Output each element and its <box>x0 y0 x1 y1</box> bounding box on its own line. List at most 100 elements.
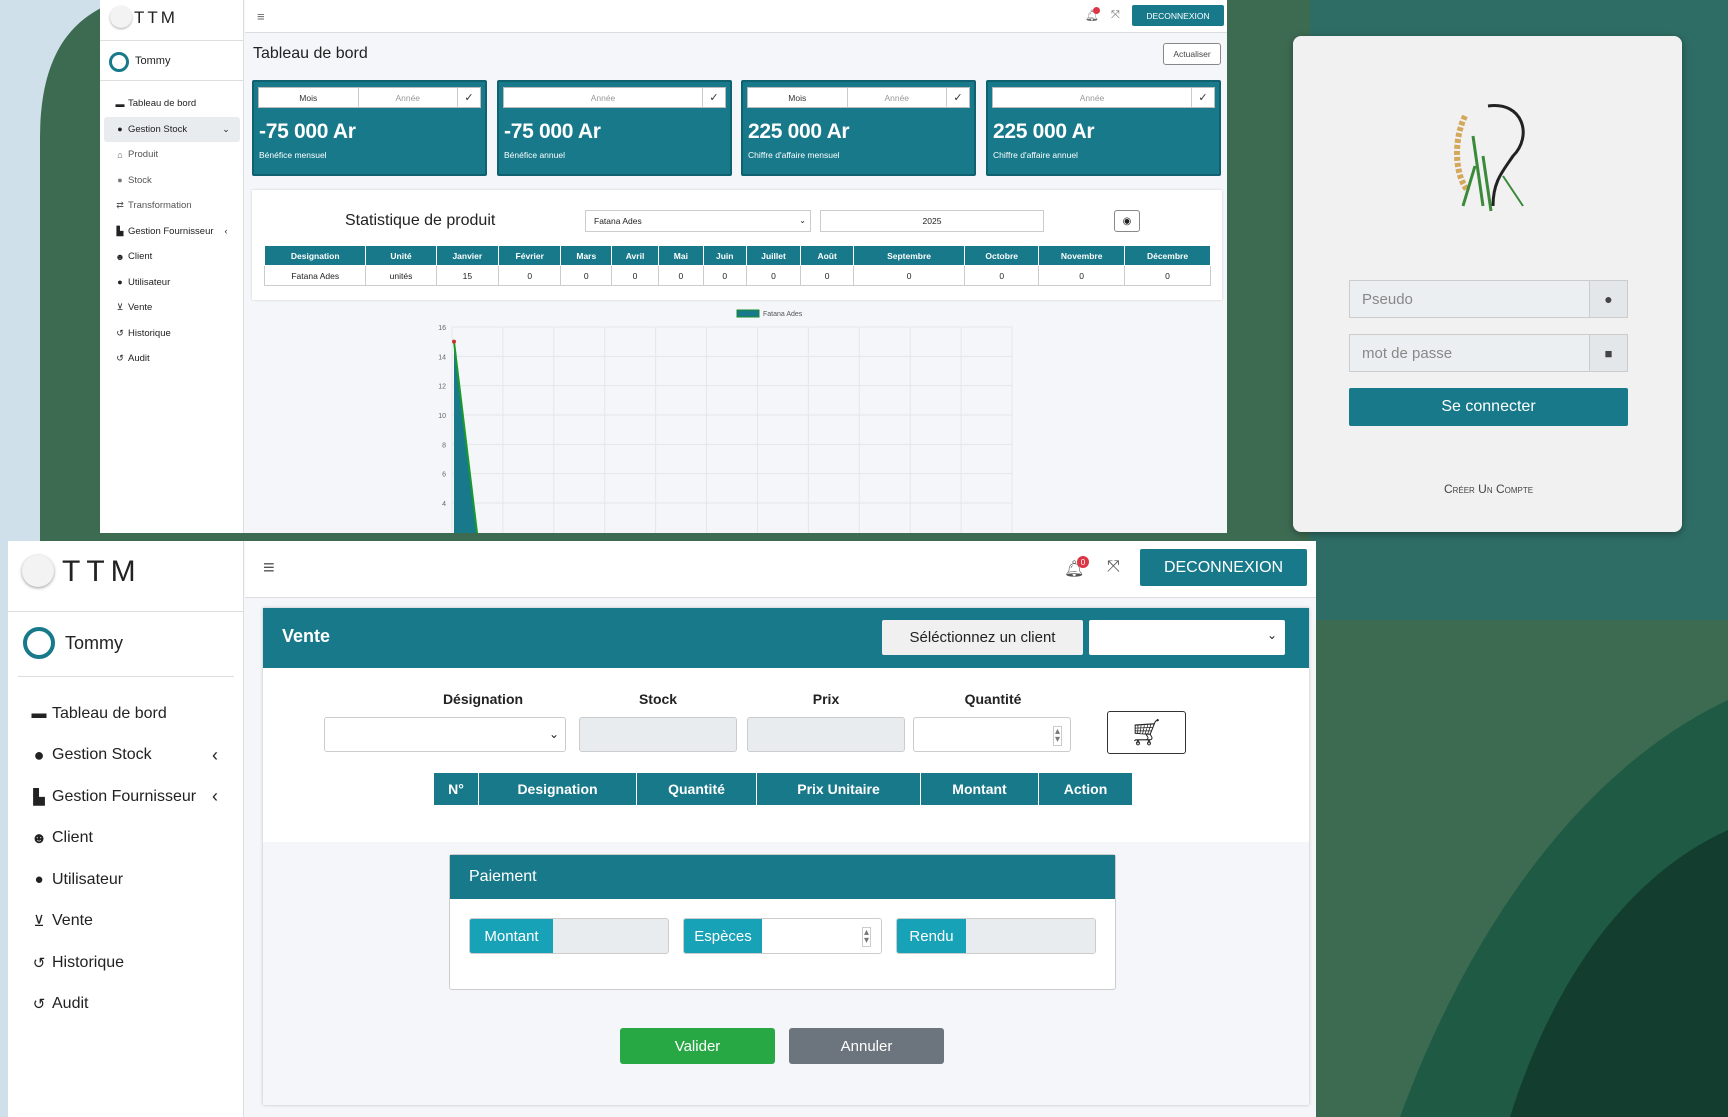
logo-icon <box>22 555 54 587</box>
select-client-button[interactable]: Séléctionnez un client <box>882 620 1083 655</box>
y-tick-label: 16 <box>438 325 446 332</box>
check-icon[interactable]: ✓ <box>1192 88 1214 107</box>
sidebar-item-produit[interactable]: ⌂ Produit <box>100 142 244 168</box>
sidebar-item-gestion-stock[interactable]: ● Gestion Stock ⌄ <box>104 116 240 142</box>
sidebar-item-stock[interactable]: ● Stock <box>100 168 244 194</box>
annuler-button[interactable]: Annuler <box>789 1028 944 1064</box>
valider-button[interactable]: Valider <box>620 1028 775 1064</box>
logout-button[interactable]: DECONNEXION <box>1140 549 1307 586</box>
stats-col-header: Octobre <box>964 245 1040 266</box>
sidebar-item-tableau-de-bord[interactable]: ▬ Tableau de bord <box>100 91 244 117</box>
vente-col-header: N° <box>433 772 479 806</box>
prix-label: Prix <box>812 691 840 707</box>
stats-cell: 0 <box>800 265 854 286</box>
cart-icon: ⊻ <box>116 302 124 313</box>
dashboard-sidebar: TTM Tommy ▬ Tableau de bord ● Gestion Stoc… <box>100 0 244 533</box>
product-select[interactable]: Fatana Ades ⌄ <box>585 210 811 232</box>
quantite-input[interactable]: ▴ ▾ <box>913 717 1071 752</box>
eye-icon[interactable]: ◉ <box>1114 210 1140 232</box>
month-select[interactable]: Mois <box>259 88 359 107</box>
sidebar-item-tableau-de-bord[interactable]: ▬ Tableau de bord <box>8 693 244 735</box>
sidebar-item-utilisateur[interactable]: ● Utilisateur <box>8 859 244 901</box>
chevron-down-icon: ⌄ <box>1266 628 1277 642</box>
kpi-card-ca-annuel: Année ✓ 225 000 Ar Chiffre d'affaire annu… <box>986 80 1221 176</box>
stats-cell: 0 <box>852 265 966 286</box>
vente-col-header: Action <box>1038 772 1133 806</box>
sidebar-item-gestion-fournisseur[interactable]: ▙ Gestion Fournisseur ‹ <box>8 776 244 818</box>
check-icon[interactable]: ✓ <box>458 88 480 107</box>
year-input[interactable]: Année <box>359 88 458 107</box>
login-button[interactable]: Se connecter <box>1349 388 1628 426</box>
menu-icon[interactable]: ≡ <box>257 9 265 24</box>
stats-col-header: Décembre <box>1124 245 1211 266</box>
sidebar-item-utilisateur[interactable]: ● Utilisateur <box>100 270 244 296</box>
dashboard-screen: TTM Tommy ▬ Tableau de bord ● Gestion Stoc… <box>100 0 1227 533</box>
designation-select[interactable]: ⌄ <box>324 717 566 752</box>
create-account-link[interactable]: Créer un compte <box>1349 482 1628 496</box>
sidebar-item-client[interactable]: ☻ Client <box>8 818 244 860</box>
avatar <box>23 627 55 659</box>
month-select[interactable]: Mois <box>748 88 848 107</box>
especes-group: Espèces ▴ ▾ <box>683 918 882 954</box>
stats-table: Designation Unité Janvier Février Mars Avril M… <box>263 245 1211 286</box>
kpi-card-benefice-mensuel: Mois Année ✓ -75 000 Ar Bénéfice mensuel <box>252 80 487 176</box>
vente-col-header: Prix Unitaire <box>756 772 921 806</box>
sidebar-item-audit[interactable]: ↺ Audit <box>100 346 244 372</box>
sidebar-item-historique[interactable]: ↺ Historique <box>8 942 244 984</box>
legend-label: Fatana Ades <box>763 311 803 318</box>
payment-header: Paiement <box>450 855 1115 899</box>
vente-screen: TTM Tommy ▬ Tableau de bord ● Gestion Stoc… <box>8 541 1316 1117</box>
circle-icon: ● <box>33 744 45 765</box>
stock-input[interactable] <box>579 717 737 752</box>
rendu-input[interactable] <box>966 919 1095 953</box>
fullscreen-icon[interactable]: ⤧ <box>1111 9 1120 22</box>
stats-title: Statistique de produit <box>345 212 496 229</box>
stats-col-header: Juillet <box>745 245 802 266</box>
fullscreen-icon[interactable]: ⤧ <box>1107 558 1120 576</box>
year-input[interactable]: Année <box>504 88 703 107</box>
year-input[interactable]: Année <box>848 88 947 107</box>
sidebar-item-gestion-stock[interactable]: ● Gestion Stock ‹ <box>8 735 244 777</box>
designation-label: Désignation <box>442 691 524 707</box>
stats-cell: 0 <box>560 265 613 286</box>
stats-cell: 0 <box>611 265 659 286</box>
sidebar-item-vente[interactable]: ⊻ Vente <box>8 901 244 943</box>
sidebar-item-vente[interactable]: ⊻ Vente <box>100 295 244 321</box>
year-input[interactable]: Année <box>993 88 1192 107</box>
chevron-down-icon: ⌄ <box>222 123 230 134</box>
sidebar-item-gestion-fournisseur[interactable]: ▙ Gestion Fournisseur ‹ <box>100 219 244 245</box>
sidebar-item-historique[interactable]: ↺ Historique <box>100 321 244 347</box>
vente-card: Vente Séléctionnez un client ⌄ Désignati… <box>263 608 1309 1105</box>
chevron-left-icon: ‹ <box>224 226 228 237</box>
brand-name: TTM <box>134 8 178 27</box>
notification-badge: 0 <box>1077 556 1089 568</box>
client-select[interactable]: ⌄ <box>1089 620 1285 655</box>
year-field[interactable]: 2025 <box>820 210 1044 232</box>
check-icon[interactable]: ✓ <box>947 88 969 107</box>
payment-title: Paiement <box>469 868 537 885</box>
gift-icon: ⌂ <box>117 149 123 160</box>
history-icon: ↺ <box>32 954 46 972</box>
stats-cell: 0 <box>745 265 802 286</box>
logout-button[interactable]: DECONNEXION <box>1132 5 1224 26</box>
password-field[interactable]: mot de passe ■ <box>1349 334 1628 372</box>
stats-cell: 0 <box>1124 265 1211 286</box>
add-to-cart-button[interactable]: 🛒︎ <box>1107 711 1186 754</box>
vente-col-header: Designation <box>478 772 637 806</box>
sidebar-item-client[interactable]: ☻ Client <box>100 244 244 270</box>
stats-col-header: Novembre <box>1038 245 1126 266</box>
chevron-down-icon: ⌄ <box>799 216 806 225</box>
check-icon[interactable]: ✓ <box>703 88 725 107</box>
vente-title: Vente <box>282 626 331 646</box>
chevron-down-icon: ⌄ <box>548 727 559 741</box>
menu-icon[interactable]: ≡ <box>263 557 275 580</box>
refresh-button[interactable]: Actualiser <box>1163 43 1221 65</box>
especes-input[interactable]: ▴ ▾ <box>762 919 881 953</box>
y-tick-label: 10 <box>438 413 446 420</box>
prix-input[interactable] <box>747 717 905 752</box>
username-field[interactable]: Pseudo ● <box>1349 280 1628 318</box>
sidebar-item-transformation[interactable]: ⇄ Transformation <box>100 193 244 219</box>
sidebar-item-audit[interactable]: ↺ Audit <box>8 984 244 1026</box>
rendu-group: Rendu <box>896 918 1096 954</box>
montant-input[interactable] <box>553 919 668 953</box>
